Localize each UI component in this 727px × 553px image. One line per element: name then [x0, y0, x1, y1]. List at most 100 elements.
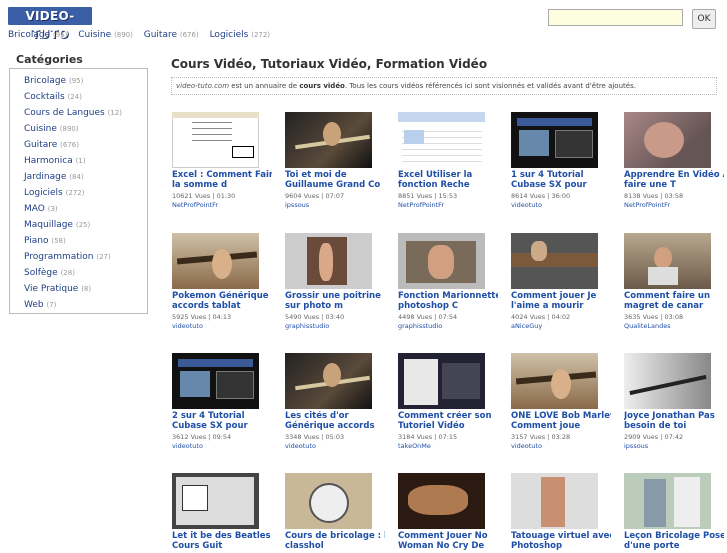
- video-title[interactable]: Comment jouer Je l'aime a mourir: [511, 291, 611, 311]
- video-author[interactable]: graphisstudio: [285, 322, 385, 331]
- category-item[interactable]: Jardinage (84): [24, 171, 122, 187]
- video-thumbnail[interactable]: [285, 112, 372, 168]
- category-link[interactable]: Maquillage (25): [24, 220, 90, 230]
- search-ok-button[interactable]: OK: [692, 9, 716, 29]
- topnav-cuisine[interactable]: Cuisine (890): [78, 30, 133, 40]
- video-card[interactable]: Comment jouer Je l'aime a mourir 4024 Vues…: [511, 233, 611, 331]
- video-title[interactable]: 2 sur 4 Tutorial Cubase SX pour: [172, 411, 272, 431]
- video-author[interactable]: videotuto: [172, 442, 272, 451]
- category-link[interactable]: Bricolage (95): [24, 76, 83, 86]
- video-thumbnail[interactable]: [398, 353, 485, 409]
- video-card[interactable]: Grossir une poitrine sur photo m 5490 Vues…: [285, 233, 385, 331]
- video-thumbnail[interactable]: [172, 233, 259, 289]
- category-item[interactable]: Programmation (27): [24, 251, 122, 267]
- video-thumbnail[interactable]: [624, 473, 711, 529]
- video-title[interactable]: Leçon Bricolage Pose d'une porte: [624, 531, 724, 551]
- video-thumbnail[interactable]: [172, 473, 259, 529]
- video-author[interactable]: graphisstudio: [398, 322, 498, 331]
- video-title[interactable]: Fonction Marionnette photoshop C: [398, 291, 498, 311]
- search-input[interactable]: [548, 9, 683, 26]
- category-item[interactable]: Cocktails (24): [24, 91, 122, 107]
- video-card[interactable]: Apprendre En Vidéo Afaire une T 8138 Vues…: [624, 112, 724, 210]
- video-title[interactable]: Pokemon Générique accords tablat: [172, 291, 272, 311]
- video-card[interactable]: Pokemon Générique accords tablat 5925 Vues…: [172, 233, 272, 331]
- category-link[interactable]: Piano (58): [24, 236, 66, 246]
- category-link[interactable]: Vie Pratique (8): [24, 284, 91, 294]
- video-thumbnail[interactable]: [285, 473, 372, 529]
- video-card[interactable]: Les cités d'or Générique accords 3348 Vues…: [285, 353, 385, 451]
- video-thumbnail[interactable]: [172, 353, 259, 409]
- video-thumbnail[interactable]: [624, 353, 711, 409]
- video-thumbnail[interactable]: [285, 233, 372, 289]
- video-card[interactable]: Tatouage virtuel avec Photoshop: [511, 473, 611, 553]
- video-title[interactable]: Comment créer son Tutoriel Vidéo: [398, 411, 498, 431]
- video-title[interactable]: Toi et moi de Guillaume Grand Co: [285, 170, 385, 190]
- category-link[interactable]: MAO (3): [24, 204, 58, 214]
- category-link[interactable]: Programmation (27): [24, 252, 111, 262]
- category-item[interactable]: Cours de Langues (12): [24, 107, 122, 123]
- category-item[interactable]: Logiciels (272): [24, 187, 122, 203]
- category-item[interactable]: Piano (58): [24, 235, 122, 251]
- video-card[interactable]: Cours de bricolage : la classhol: [285, 473, 385, 553]
- video-thumbnail[interactable]: [624, 112, 711, 168]
- category-link[interactable]: Web (7): [24, 300, 56, 310]
- category-link[interactable]: Guitare (676): [24, 140, 79, 150]
- video-card[interactable]: Comment faire un magret de canar 3635 Vues…: [624, 233, 724, 331]
- category-item[interactable]: Vie Pratique (8): [24, 283, 122, 299]
- video-card[interactable]: 2 sur 4 Tutorial Cubase SX pour 3612 Vues …: [172, 353, 272, 451]
- video-title[interactable]: Les cités d'or Générique accords: [285, 411, 385, 431]
- video-card[interactable]: 1 sur 4 Tutorial Cubase SX pour 8614 Vues …: [511, 112, 611, 210]
- video-card[interactable]: Comment créer son Tutoriel Vidéo 3184 Vues…: [398, 353, 498, 451]
- topnav-bricolage[interactable]: Bricolage (95): [8, 30, 67, 40]
- video-author[interactable]: takeOnMe: [398, 442, 498, 451]
- category-link[interactable]: Cuisine (890): [24, 124, 79, 134]
- category-link[interactable]: Cocktails (24): [24, 92, 82, 102]
- video-thumbnail[interactable]: [398, 473, 485, 529]
- category-link[interactable]: Solfège (28): [24, 268, 75, 278]
- video-title[interactable]: Apprendre En Vidéo Afaire une T: [624, 170, 724, 190]
- category-item[interactable]: Bricolage (95): [24, 75, 122, 91]
- video-thumbnail[interactable]: [172, 112, 259, 168]
- video-thumbnail[interactable]: [398, 233, 485, 289]
- video-thumbnail[interactable]: [511, 233, 598, 289]
- topnav-guitare[interactable]: Guitare (676): [144, 30, 199, 40]
- video-thumbnail[interactable]: [511, 353, 598, 409]
- video-card[interactable]: Leçon Bricolage Pose d'une porte: [624, 473, 724, 553]
- video-card[interactable]: Fonction Marionnette photoshop C 4498 Vues…: [398, 233, 498, 331]
- video-author[interactable]: ipssous: [285, 201, 385, 210]
- category-link[interactable]: Harmonica (1): [24, 156, 86, 166]
- video-title[interactable]: 1 sur 4 Tutorial Cubase SX pour: [511, 170, 611, 190]
- video-author[interactable]: NetProfPointFr: [172, 201, 272, 210]
- video-author[interactable]: videotuto: [511, 442, 611, 451]
- video-title[interactable]: Grossir une poitrine sur photo m: [285, 291, 385, 311]
- video-card[interactable]: Excel Utiliser la fonction Reche 8851 Vues…: [398, 112, 498, 210]
- video-thumbnail[interactable]: [511, 112, 598, 168]
- video-thumbnail[interactable]: [285, 353, 372, 409]
- video-title[interactable]: Let it be des Beatles Cours Guit: [172, 531, 272, 551]
- category-item[interactable]: Cuisine (890): [24, 123, 122, 139]
- video-card[interactable]: Let it be des Beatles Cours Guit: [172, 473, 272, 553]
- category-item[interactable]: Guitare (676): [24, 139, 122, 155]
- video-author[interactable]: QualiteLandes: [624, 322, 724, 331]
- video-title[interactable]: ONE LOVE Bob Marley Comment joue: [511, 411, 611, 431]
- video-title[interactable]: Comment faire un magret de canar: [624, 291, 724, 311]
- category-link[interactable]: Cours de Langues (12): [24, 108, 122, 118]
- video-author[interactable]: ipssous: [624, 442, 724, 451]
- video-title[interactable]: Comment Jouer No Woman No Cry De: [398, 531, 498, 551]
- video-card[interactable]: Excel : Comment Faire la somme d 10621 Vue…: [172, 112, 272, 210]
- video-card[interactable]: Toi et moi de Guillaume Grand Co 9604 Vues…: [285, 112, 385, 210]
- video-thumbnail[interactable]: [398, 112, 485, 168]
- category-item[interactable]: Maquillage (25): [24, 219, 122, 235]
- video-title[interactable]: Tatouage virtuel avec Photoshop: [511, 531, 611, 551]
- video-author[interactable]: videotuto: [285, 442, 385, 451]
- video-card[interactable]: Comment Jouer No Woman No Cry De: [398, 473, 498, 553]
- category-item[interactable]: Harmonica (1): [24, 155, 122, 171]
- video-title[interactable]: Excel : Comment Faire la somme d: [172, 170, 272, 190]
- category-item[interactable]: Web (7): [24, 299, 122, 315]
- video-thumbnail[interactable]: [511, 473, 598, 529]
- video-author[interactable]: NetProfPointFr: [624, 201, 724, 210]
- video-author[interactable]: videotuto: [511, 201, 611, 210]
- category-link[interactable]: Logiciels (272): [24, 188, 84, 198]
- video-title[interactable]: Excel Utiliser la fonction Reche: [398, 170, 498, 190]
- category-link[interactable]: Jardinage (84): [24, 172, 84, 182]
